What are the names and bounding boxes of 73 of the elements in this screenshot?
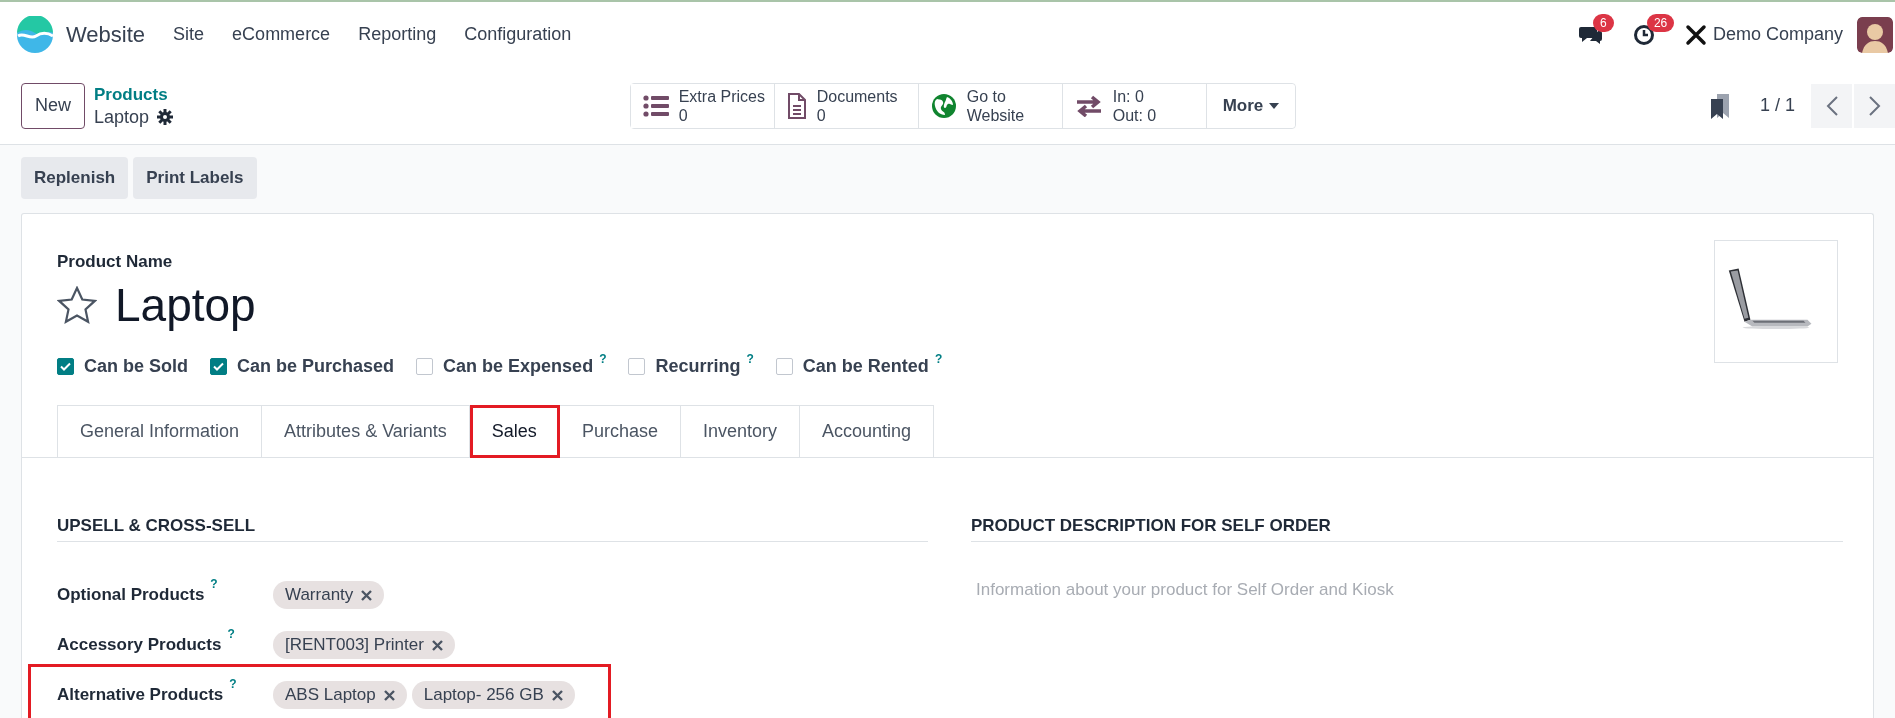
- pager-value[interactable]: 1 / 1: [1759, 95, 1795, 116]
- previous-button[interactable]: [1811, 83, 1852, 128]
- menu-item[interactable]: Reporting: [344, 18, 451, 51]
- new-button[interactable]: New: [21, 82, 85, 129]
- document-icon: [786, 92, 807, 119]
- tag[interactable]: Laptop- 256 GB: [411, 681, 575, 709]
- checkbox-label[interactable]: Can be Sold: [84, 356, 188, 377]
- tag[interactable]: Warranty: [273, 581, 385, 609]
- checkbox[interactable]: [775, 358, 793, 375]
- help-tooltip[interactable]: ?: [599, 351, 607, 366]
- tag-label: ABS Laptop: [285, 685, 376, 705]
- section-heading: UPSELL & CROSS-SELL: [57, 516, 928, 542]
- menu-item[interactable]: eCommerce: [218, 18, 345, 51]
- tab[interactable]: Inventory: [680, 405, 800, 458]
- tab[interactable]: Accounting: [799, 405, 935, 458]
- caret-icon: [1269, 102, 1280, 109]
- tab[interactable]: General Information: [57, 405, 263, 458]
- checkbox[interactable]: [628, 358, 646, 375]
- tab[interactable]: Purchase: [559, 405, 681, 458]
- action-button[interactable]: Print Labels: [133, 157, 257, 199]
- breadcrumb-current: Laptop: [94, 105, 150, 128]
- field-label: Optional Products: [57, 585, 205, 605]
- help-tooltip[interactable]: ?: [210, 577, 218, 597]
- checkbox[interactable]: [210, 358, 227, 375]
- tab[interactable]: Attributes & Variants: [262, 405, 470, 458]
- check-icon: [213, 362, 224, 371]
- help-tooltip[interactable]: ?: [229, 677, 237, 697]
- field-label: Alternative Products: [57, 685, 224, 705]
- checkbox-label[interactable]: Can be Rented: [802, 356, 929, 377]
- tag-label: Laptop- 256 GB: [423, 685, 544, 705]
- remove-icon[interactable]: [361, 589, 373, 601]
- tag[interactable]: ABS Laptop: [273, 681, 407, 709]
- checkbox-label[interactable]: Can be Purchased: [237, 356, 395, 377]
- menu-item[interactable]: Configuration: [450, 18, 586, 51]
- help-tooltip[interactable]: ?: [227, 627, 235, 647]
- notification-badge: 26: [1646, 13, 1675, 32]
- field-label: Accessory Products: [57, 635, 222, 655]
- tag-label: Warranty: [285, 585, 354, 605]
- check-icon: [60, 362, 71, 371]
- checkbox-label[interactable]: Can be Expensed: [443, 356, 594, 377]
- help-tooltip[interactable]: ?: [934, 351, 943, 366]
- avatar-icon[interactable]: [1857, 16, 1893, 53]
- remove-icon[interactable]: [551, 689, 563, 701]
- product-name-field[interactable]: Laptop: [115, 278, 256, 332]
- transfer-icon: [1074, 94, 1103, 117]
- company-switcher[interactable]: Demo Company: [1712, 24, 1843, 45]
- checkbox[interactable]: [416, 358, 434, 375]
- clock-icon[interactable]: [1632, 23, 1655, 46]
- remove-icon[interactable]: [383, 689, 395, 701]
- remove-icon[interactable]: [431, 639, 443, 651]
- section-heading: PRODUCT DESCRIPTION FOR SELF ORDER: [971, 516, 1843, 542]
- field-label: Product Name: [57, 252, 174, 272]
- gear-icon[interactable]: [157, 108, 174, 125]
- breadcrumb-link[interactable]: Products: [94, 83, 174, 106]
- description-field[interactable]: Information about your product for Self Order and Kiosk: [971, 570, 1843, 610]
- stat-button[interactable]: Extra Prices 0: [630, 83, 775, 128]
- chevron-left-icon: [1825, 95, 1838, 116]
- app-name[interactable]: Website: [66, 21, 146, 48]
- checkbox[interactable]: [57, 358, 74, 375]
- help-tooltip[interactable]: ?: [746, 351, 754, 366]
- bookmarks-icon[interactable]: [1709, 92, 1730, 119]
- tag-label: [RENT003] Printer: [285, 635, 424, 655]
- notification-badge: 6: [1592, 13, 1614, 32]
- checkbox-label[interactable]: Recurring: [655, 356, 741, 377]
- menu-item[interactable]: Site: [159, 18, 219, 51]
- star-icon[interactable]: [57, 286, 97, 324]
- globe-icon: [930, 92, 957, 119]
- next-button[interactable]: [1854, 83, 1895, 128]
- list-icon: [642, 94, 669, 117]
- action-button[interactable]: Replenish: [21, 157, 129, 199]
- tab[interactable]: Sales: [469, 405, 560, 458]
- tag[interactable]: [RENT003] Printer: [273, 631, 455, 659]
- chevron-right-icon: [1868, 95, 1881, 116]
